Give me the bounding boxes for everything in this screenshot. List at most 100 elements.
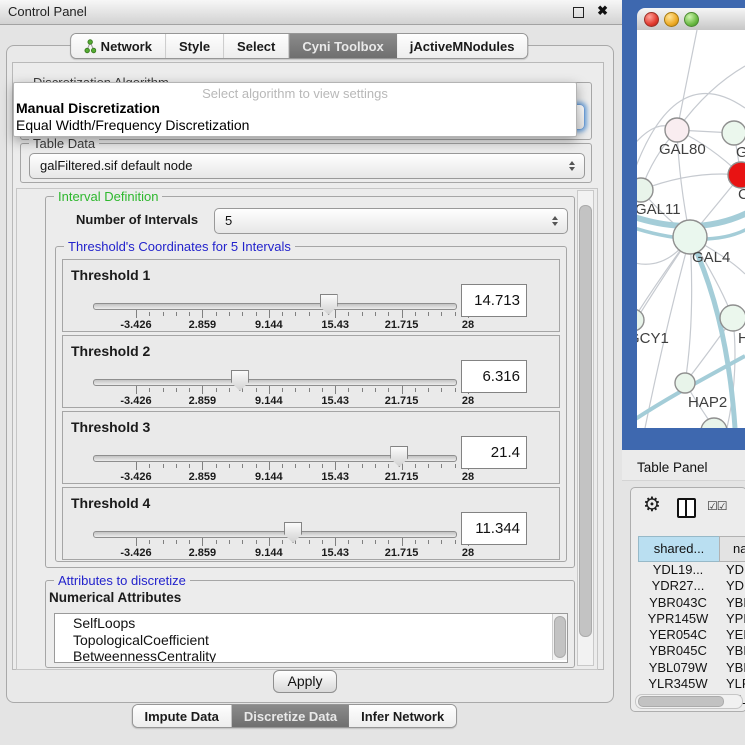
- tab-impute-data-label: Impute Data: [144, 709, 218, 724]
- algorithm-dropdown-popup: Select algorithm to view settings Manual…: [13, 82, 577, 137]
- tick-label: 15.43: [321, 547, 349, 559]
- number-of-intervals-combobox[interactable]: 5: [214, 208, 568, 234]
- threshold-slider[interactable]: -3.4262.8599.14415.4321.71528: [93, 370, 455, 406]
- number-of-intervals-value: 5: [225, 209, 232, 233]
- float-panel-icon[interactable]: [573, 7, 584, 18]
- slider-tick-labels: -3.4262.8599.14415.4321.71528: [136, 319, 468, 331]
- tick-label: 28: [462, 547, 474, 559]
- popup-option-manual-discretization[interactable]: Manual Discretization: [14, 100, 576, 117]
- gear-icon[interactable]: ⚙: [643, 494, 661, 516]
- node-label: GCY1: [637, 330, 669, 347]
- tab-discretize-data[interactable]: Discretize Data: [232, 705, 349, 727]
- tick-label: 28: [462, 471, 474, 483]
- cell-shared-name: YBR043C: [638, 595, 718, 610]
- tick-label: 15.43: [321, 319, 349, 331]
- network-node[interactable]: [665, 118, 689, 142]
- minimize-window-icon[interactable]: [664, 12, 679, 27]
- node-label: HAP2: [688, 394, 727, 411]
- close-panel-icon[interactable]: ✖: [597, 3, 608, 19]
- table-horizontal-scrollbar[interactable]: [635, 694, 743, 709]
- tick-label: 21.715: [385, 319, 419, 331]
- network-node[interactable]: [675, 373, 695, 393]
- tick-label: 28: [462, 319, 474, 331]
- close-window-icon[interactable]: [644, 12, 659, 27]
- tick-label: 9.144: [255, 395, 283, 407]
- threshold-slider[interactable]: -3.4262.8599.14415.4321.71528: [93, 522, 455, 558]
- table-row[interactable]: YDR27... YDR2: [638, 578, 745, 594]
- tab-network[interactable]: Network: [71, 34, 166, 58]
- network-node[interactable]: [637, 309, 644, 331]
- tab-cyni-toolbox[interactable]: Cyni Toolbox: [289, 34, 396, 58]
- split-view-icon[interactable]: [677, 498, 696, 518]
- threshold-label: Threshold 1: [71, 267, 150, 283]
- attributes-group: Attributes to discretize Numerical Attri…: [45, 580, 575, 668]
- table-row[interactable]: YBR045C YBR0: [638, 643, 745, 659]
- threshold-value-input[interactable]: [461, 512, 527, 545]
- table-row[interactable]: YLR345W YLR3: [638, 676, 745, 692]
- table-row[interactable]: YBR043C YBR0: [638, 595, 745, 611]
- attribute-list-item[interactable]: BetweennessCentrality: [73, 648, 567, 663]
- network-node[interactable]: [701, 418, 727, 428]
- tab-select[interactable]: Select: [224, 34, 289, 58]
- table-row[interactable]: YBL079W YBL0: [638, 660, 745, 676]
- column-header-shared-name[interactable]: shared...: [638, 536, 720, 562]
- slider-track[interactable]: [93, 531, 457, 538]
- table-panel-body: ⚙ ☑☑ shared... na YDL19... YDL1 YDR27...…: [630, 487, 745, 712]
- network-node[interactable]: [720, 305, 745, 331]
- cell-shared-name: YDL19...: [638, 562, 718, 577]
- column-header-name[interactable]: na: [719, 536, 745, 562]
- tab-infer-network[interactable]: Infer Network: [349, 705, 456, 727]
- cell-name: YBL0: [726, 660, 745, 675]
- threshold-slider[interactable]: -3.4262.8599.14415.4321.71528: [93, 446, 455, 482]
- network-node[interactable]: [722, 121, 745, 145]
- cell-shared-name: YLR345W: [638, 676, 718, 691]
- network-icon: [84, 39, 96, 54]
- slider-track[interactable]: [93, 303, 457, 310]
- threshold-slider[interactable]: -3.4262.8599.14415.4321.71528: [93, 294, 455, 330]
- table-panel-header: Table Panel: [622, 450, 745, 481]
- tab-jactivemnodules[interactable]: jActiveMNodules: [397, 34, 528, 58]
- settings-scrollbar-thumb[interactable]: [579, 205, 592, 637]
- table-panel-title: Table Panel: [637, 460, 708, 475]
- threshold-panel: Threshold 2 -3.4262.8599.14415.4321.7152…: [62, 335, 560, 408]
- table-scrollbar-thumb[interactable]: [638, 696, 724, 707]
- table-row[interactable]: YDL19... YDL1: [638, 562, 745, 578]
- combo-arrows-icon: [552, 216, 558, 226]
- attributes-list-scrollbar[interactable]: [552, 614, 567, 660]
- checkbox-columns-icon[interactable]: ☑☑: [707, 499, 727, 513]
- tab-style[interactable]: Style: [166, 34, 224, 58]
- slider-ticks: [136, 310, 468, 318]
- table-row[interactable]: YER054C YER0: [638, 627, 745, 643]
- tick-label: 9.144: [255, 471, 283, 483]
- thresholds-list: Threshold 1 -3.4262.8599.14415.4321.7152…: [62, 259, 560, 563]
- apply-button[interactable]: Apply: [273, 670, 337, 693]
- attributes-scrollbar-thumb[interactable]: [554, 616, 566, 658]
- table-data-combobox[interactable]: galFiltered.sif default node: [29, 153, 585, 179]
- slider-ticks: [136, 462, 468, 470]
- threshold-value-input[interactable]: [461, 436, 527, 469]
- tick-label: -3.426: [120, 319, 151, 331]
- attribute-list-item[interactable]: TopologicalCoefficient: [73, 632, 567, 649]
- table-row[interactable]: YPR145W YPR1: [638, 611, 745, 627]
- tick-label: 2.859: [189, 319, 217, 331]
- cell-shared-name: YDR27...: [638, 578, 718, 593]
- tab-impute-data[interactable]: Impute Data: [132, 705, 231, 727]
- network-node[interactable]: [637, 178, 653, 202]
- tab-jactivemnodules-label: jActiveMNodules: [410, 39, 515, 54]
- network-canvas[interactable]: GAL80 GA C GAL11 GAL4 GCY1 H HAP2: [637, 30, 745, 428]
- tick-label: 15.43: [321, 471, 349, 483]
- table-rows: YDL19... YDL1 YDR27... YDR2 YBR043C YBR0…: [638, 562, 745, 709]
- zoom-window-icon[interactable]: [684, 12, 699, 27]
- numerical-attributes-list[interactable]: SelfLoopsTopologicalCoefficientBetweenne…: [54, 613, 568, 663]
- node-label: GAL4: [692, 249, 730, 266]
- threshold-label: Threshold 3: [71, 419, 150, 435]
- threshold-value-input[interactable]: [461, 284, 527, 317]
- settings-vertical-scrollbar[interactable]: [577, 190, 594, 666]
- threshold-value-input[interactable]: [461, 360, 527, 393]
- popup-option-equal-width-frequency[interactable]: Equal Width/Frequency Discretization: [14, 117, 576, 134]
- tab-style-label: Style: [179, 39, 210, 54]
- attribute-list-item[interactable]: SelfLoops: [73, 615, 567, 632]
- cell-name: YLR3: [726, 676, 745, 691]
- tick-label: 2.859: [189, 471, 217, 483]
- slider-track[interactable]: [93, 379, 457, 386]
